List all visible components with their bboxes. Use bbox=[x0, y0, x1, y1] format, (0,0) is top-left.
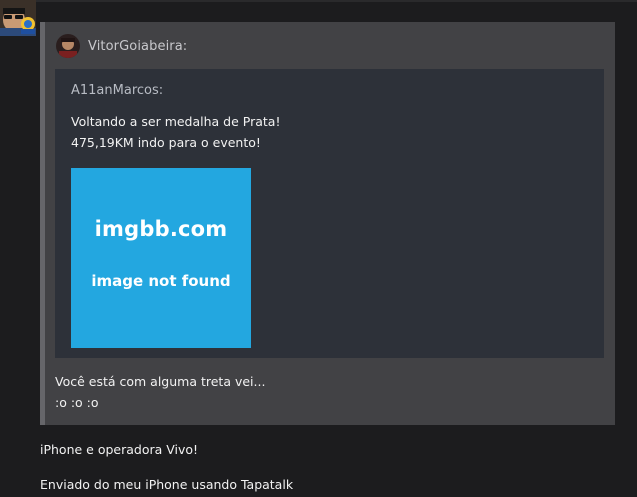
quote-block: VitorGoiabeira: A11anMarcos: Voltando a … bbox=[40, 22, 615, 425]
quote-bar bbox=[40, 22, 45, 425]
quote-author-avatar-image bbox=[56, 34, 80, 58]
image-not-found-message: image not found bbox=[91, 272, 231, 290]
quote-header: VitorGoiabeira: bbox=[56, 34, 187, 58]
poster-avatar-image bbox=[0, 0, 36, 36]
nested-quote-text-line: 475,19KM indo para o evento! bbox=[71, 135, 261, 150]
quote-author-name[interactable]: VitorGoiabeira: bbox=[88, 39, 187, 54]
broken-image-placeholder[interactable]: imgbb.com image not found bbox=[71, 168, 251, 348]
image-host-name: imgbb.com bbox=[94, 217, 228, 241]
reply-text-line: iPhone e operadora Vivo! bbox=[40, 442, 199, 457]
quote-text-line: :o :o :o bbox=[55, 395, 99, 410]
quote-text-line: Você está com alguma treta vei... bbox=[55, 374, 266, 389]
nested-quote-block: A11anMarcos: Voltando a ser medalha de P… bbox=[55, 69, 604, 358]
post-separator bbox=[0, 0, 637, 2]
quote-author-avatar[interactable] bbox=[56, 34, 80, 58]
signature-text: Enviado do meu iPhone usando Tapatalk bbox=[40, 477, 294, 492]
poster-avatar[interactable] bbox=[0, 0, 36, 36]
nested-quote-text-line: Voltando a ser medalha de Prata! bbox=[71, 114, 281, 129]
nested-quote-author[interactable]: A11anMarcos: bbox=[71, 83, 163, 98]
